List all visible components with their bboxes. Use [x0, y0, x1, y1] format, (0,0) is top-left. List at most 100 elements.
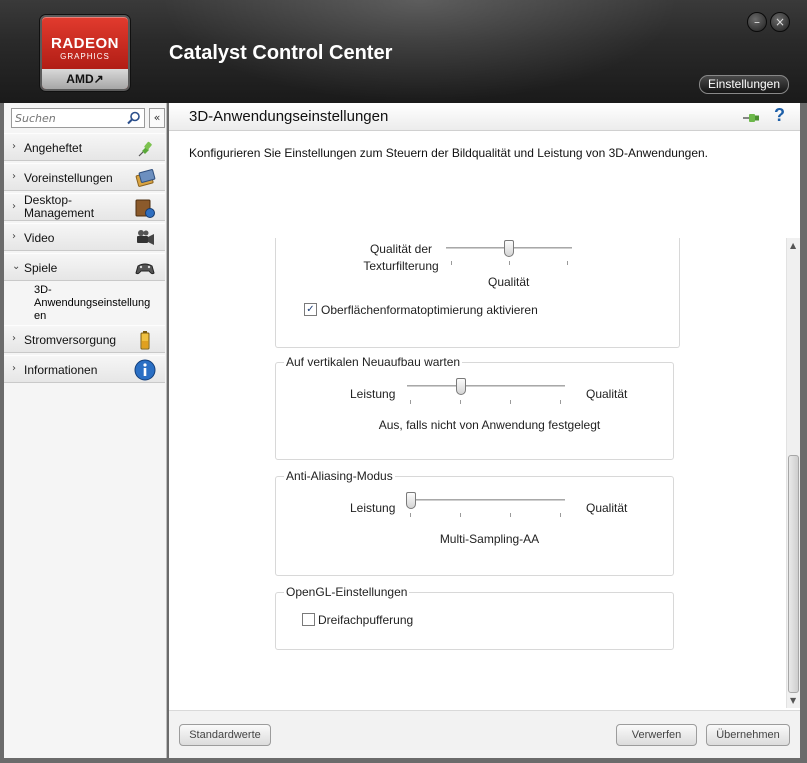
logo-amd-text: AMD↗ [42, 69, 128, 89]
logo-radeon-text: RADEON [50, 35, 119, 52]
logo-graphics-text: GRAPHICS [60, 52, 110, 61]
slider-tick [410, 400, 411, 404]
vsync-left-label: Leistung [350, 387, 396, 401]
slider-tick [460, 400, 461, 404]
gamepad-icon [135, 263, 155, 275]
antialiasing-slider-track [407, 499, 565, 501]
scrollbar-thumb[interactable] [788, 455, 799, 693]
vertical-scrollbar[interactable]: ▲ ▼ [786, 238, 800, 708]
sidebar-item-label: Informationen [24, 363, 98, 377]
antialiasing-slider-thumb[interactable] [406, 492, 416, 509]
search-box[interactable] [11, 108, 145, 128]
vsync-group-title: Auf vertikalen Neuaufbau warten [284, 355, 463, 369]
sidebar-item-label: Desktop- Management [24, 194, 94, 220]
presets-icon [135, 169, 156, 187]
help-icon[interactable]: ? [774, 105, 785, 126]
sidebar-item-label: Angeheftet [24, 141, 83, 155]
slider-tick [510, 400, 511, 404]
scroll-up-arrow-icon[interactable]: ▲ [790, 241, 796, 250]
chevron-right-icon: › [12, 231, 16, 242]
slider-tick [451, 261, 452, 265]
main-header: 3D-Anwendungseinstellungen ? [169, 103, 800, 131]
sidebar-item-label: Stromversorgung [24, 333, 117, 347]
pin-page-icon[interactable] [742, 109, 760, 125]
sidebar: « › Angeheftet › Voreinstellungen › Desk… [4, 103, 167, 758]
texture-group: Qualität der Texturfilterung Qualität ✓ … [275, 238, 680, 348]
battery-icon [140, 331, 150, 350]
vsync-group: Auf vertikalen Neuaufbau warten Leistung… [275, 355, 674, 460]
vsync-slider-track [407, 385, 565, 387]
sidebar-item-desktop-management[interactable]: › Desktop- Management [4, 193, 165, 221]
texture-filter-label-line1: Qualität der [369, 242, 433, 256]
vsync-right-label: Qualität [586, 387, 628, 401]
search-input[interactable] [15, 111, 125, 125]
texture-filter-label: Qualität der Texturfilterung [346, 241, 456, 275]
texture-filter-label-line2: Texturfilterung [363, 259, 439, 273]
info-icon [134, 359, 156, 381]
sidebar-subitem-label: 3D- Anwendungseinstellung en [34, 284, 159, 323]
sidebar-item-label-line2: Management [24, 206, 95, 220]
sidebar-subitem-label-line3: en [34, 310, 47, 322]
scroll-down-arrow-icon[interactable]: ▼ [790, 696, 796, 705]
page-description: Konfigurieren Sie Einstellungen zum Steu… [189, 146, 709, 160]
header-bar: RADEON GRAPHICS AMD↗ Catalyst Control Ce… [0, 0, 807, 103]
surface-optimization-checkbox[interactable]: ✓ [304, 303, 317, 316]
chevron-down-icon: ⌄ [12, 261, 21, 272]
sidebar-subitem-label-line2: Anwendungseinstellung [34, 297, 151, 309]
antialiasing-value-label: Multi-Sampling-AA [439, 532, 540, 546]
sidebar-item-stromversorgung[interactable]: › Stromversorgung [4, 325, 165, 353]
sidebar-item-video[interactable]: › Video [4, 223, 165, 251]
opengl-group-title: OpenGL-Einstellungen [284, 585, 410, 599]
defaults-button[interactable]: Standardwerte [179, 724, 271, 746]
main-panel: 3D-Anwendungseinstellungen ? Konfigurier… [169, 103, 800, 758]
triple-buffering-label: Dreifachpufferung [318, 613, 414, 627]
chevron-right-icon: › [12, 141, 16, 152]
radeon-logo: RADEON GRAPHICS AMD↗ [40, 15, 130, 91]
sidebar-item-label: Voreinstellungen [24, 171, 113, 185]
minimize-button[interactable]: – [747, 12, 767, 32]
sidebar-item-label: Video [24, 231, 55, 245]
sidebar-subitem-3d-settings[interactable]: 3D- Anwendungseinstellung en [4, 283, 165, 325]
slider-tick [560, 513, 561, 517]
chevron-right-icon: › [12, 201, 16, 212]
settings-button[interactable]: Einstellungen [699, 75, 789, 94]
apply-button[interactable]: Übernehmen [706, 724, 790, 746]
sidebar-item-label: Spiele [24, 261, 58, 275]
chevron-right-icon: › [12, 171, 16, 182]
sidebar-item-informationen[interactable]: › Informationen [4, 355, 165, 383]
texture-slider-thumb[interactable] [504, 240, 514, 257]
page-title: 3D-Anwendungseinstellungen [189, 108, 389, 125]
antialiasing-right-label: Qualität [586, 501, 628, 515]
discard-button[interactable]: Verwerfen [616, 724, 697, 746]
settings-scroll-area: Qualität der Texturfilterung Qualität ✓ … [169, 238, 800, 708]
sidebar-item-spiele[interactable]: ⌄ Spiele [4, 253, 165, 281]
app-title: Catalyst Control Center [169, 42, 393, 64]
pin-icon [138, 141, 152, 157]
slider-tick [510, 513, 511, 517]
antialiasing-group: Anti-Aliasing-Modus Leistung Qualität Mu… [275, 469, 674, 576]
slider-tick [560, 400, 561, 404]
collapse-sidebar-button[interactable]: « [149, 108, 165, 128]
slider-tick [460, 513, 461, 517]
footer-bar: Standardwerte Verwerfen Übernehmen [169, 710, 800, 758]
antialiasing-group-title: Anti-Aliasing-Modus [284, 469, 395, 483]
slider-tick [509, 261, 510, 265]
slider-tick [410, 513, 411, 517]
sidebar-item-voreinstellungen[interactable]: › Voreinstellungen [4, 163, 165, 191]
desktop-management-icon [135, 199, 155, 218]
vsync-value-label: Aus, falls nicht von Anwendung festgeleg… [378, 418, 601, 432]
chevron-right-icon: › [12, 333, 16, 344]
close-button[interactable]: × [770, 12, 790, 32]
video-camera-icon [137, 230, 154, 245]
slider-tick [567, 261, 568, 265]
sidebar-item-angeheftet[interactable]: › Angeheftet [4, 133, 165, 161]
texture-value-label: Qualität [488, 275, 530, 289]
sidebar-item-label-line1: Desktop- [24, 193, 73, 207]
sidebar-subitem-label-line1: 3D- [34, 284, 52, 296]
surface-optimization-label: Oberflächenformatoptimierung aktivieren [321, 303, 538, 317]
vsync-slider-thumb[interactable] [455, 378, 466, 395]
opengl-group: OpenGL-Einstellungen Dreifachpufferung [275, 585, 674, 650]
triple-buffering-checkbox[interactable] [302, 613, 315, 626]
chevron-right-icon: › [12, 363, 16, 374]
search-icon[interactable] [126, 110, 142, 126]
